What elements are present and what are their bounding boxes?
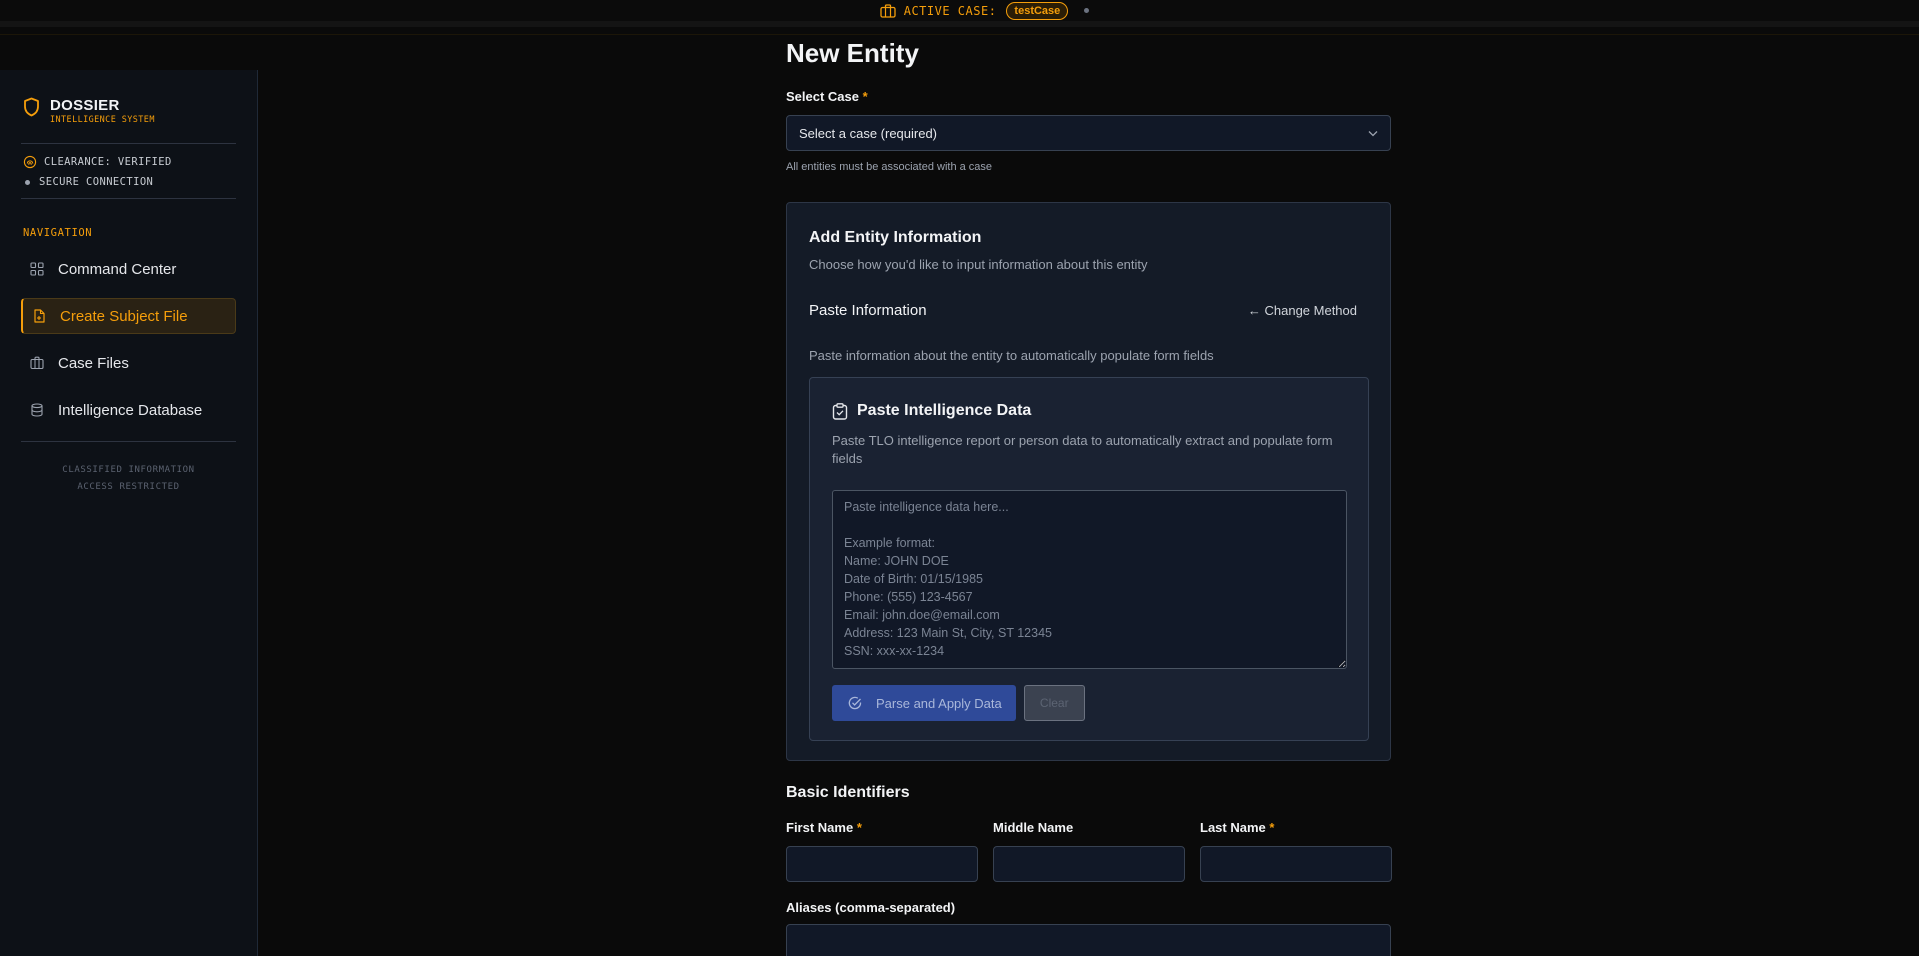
page-title: New Entity — [786, 38, 919, 68]
database-icon — [31, 403, 43, 417]
clipboard-icon — [832, 402, 848, 420]
active-case-label: ACTIVE CASE: — [903, 3, 997, 18]
nav-item-label: Intelligence Database — [58, 401, 203, 419]
card-title: Add Entity Information — [809, 229, 982, 246]
brand-subtitle: INTELLIGENCE SYSTEM — [50, 115, 155, 125]
sidebar-footer: CLASSIFIED INFORMATION ACCESS RESTRICTED — [21, 441, 236, 496]
intelligence-data-textarea[interactable] — [832, 490, 1347, 669]
brand-title: DOSSIER — [50, 97, 120, 114]
select-case-value: Select a case (required) — [799, 125, 938, 141]
check-circle-icon — [848, 696, 862, 710]
nav-item-create-subject-file[interactable]: Create Subject File — [21, 298, 236, 334]
briefcase-icon — [880, 3, 896, 18]
aliases-input[interactable] — [786, 924, 1391, 956]
chevron-down-icon — [1368, 130, 1378, 136]
select-case-group: Select Case * Select a case (required) A… — [786, 88, 1391, 173]
card-subtitle: Choose how you'd like to input informati… — [809, 257, 1148, 272]
add-entity-card: Add Entity Information Choose how you'd … — [786, 202, 1391, 761]
clear-button[interactable]: Clear — [1023, 685, 1085, 721]
select-case-label: Select Case * — [786, 89, 868, 104]
basic-identifiers-section: Basic Identifiers First Name * Middle Na… — [786, 784, 1392, 956]
nav-list: Command Center Create Subject File Case … — [21, 251, 236, 428]
footer-access: ACCESS RESTRICTED — [77, 482, 180, 492]
fingerprint-icon — [23, 155, 37, 169]
middle-name-input[interactable] — [993, 846, 1185, 882]
parse-apply-label: Parse and Apply Data — [876, 695, 1002, 711]
active-case-banner: ACTIVE CASE: testCase — [0, 0, 1919, 27]
nav-title: NAVIGATION — [23, 227, 93, 239]
briefcase-icon — [30, 356, 44, 370]
select-case-dropdown[interactable]: Select a case (required) — [786, 115, 1391, 151]
sidebar: DOSSIER INTELLIGENCE SYSTEM CLEARANCE: V… — [0, 70, 258, 956]
nav-item-label: Case Files — [58, 354, 129, 372]
status-dot — [1084, 8, 1090, 13]
security-status: CLEARANCE: VERIFIED SECURE CONNECTION — [21, 143, 236, 199]
middle-name-label: Middle Name — [993, 820, 1074, 835]
active-case-badge[interactable]: testCase — [1006, 1, 1069, 20]
paste-information-title: Paste Information — [809, 302, 927, 319]
nav-item-label: Command Center — [58, 260, 177, 278]
connection-dot — [25, 179, 30, 185]
paste-information-desc: Paste information about the entity to au… — [809, 348, 1214, 363]
nav-item-case-files[interactable]: Case Files — [21, 345, 236, 381]
aliases-label: Aliases (comma-separated) — [786, 900, 956, 915]
last-name-label: Last Name * — [1200, 820, 1275, 835]
file-plus-icon — [34, 309, 45, 323]
top-divider — [0, 34, 1919, 35]
connection-status: SECURE CONNECTION — [39, 176, 154, 188]
shield-icon — [24, 97, 39, 117]
parse-apply-button[interactable]: Parse and Apply Data — [832, 685, 1016, 721]
nav-item-command-center[interactable]: Command Center — [21, 251, 236, 287]
brand[interactable]: DOSSIER INTELLIGENCE SYSTEM — [21, 97, 236, 125]
main-content: New Entity Select Case * Select a case (… — [786, 38, 1392, 956]
first-name-input[interactable] — [786, 846, 978, 882]
required-mark: * — [1269, 820, 1275, 835]
grid-icon — [30, 262, 44, 276]
clearance-status: CLEARANCE: VERIFIED — [44, 156, 172, 168]
select-case-hint: All entities must be associated with a c… — [786, 161, 993, 173]
last-name-input[interactable] — [1200, 846, 1392, 882]
section-title: Basic Identifiers — [786, 784, 910, 801]
required-mark: * — [862, 89, 868, 104]
nav-item-label: Create Subject File — [60, 307, 188, 325]
nav-item-intelligence-database[interactable]: Intelligence Database — [21, 392, 236, 428]
paste-intelligence-desc: Paste TLO intelligence report or person … — [832, 433, 1333, 466]
paste-intelligence-panel: Paste Intelligence Data Paste TLO intell… — [809, 377, 1369, 741]
change-method-button[interactable]: ← Change Method — [1248, 303, 1357, 318]
footer-classified: CLASSIFIED INFORMATION — [62, 465, 195, 475]
paste-intelligence-title: Paste Intelligence Data — [857, 402, 1032, 419]
first-name-label: First Name * — [786, 820, 862, 835]
required-mark: * — [856, 820, 862, 835]
